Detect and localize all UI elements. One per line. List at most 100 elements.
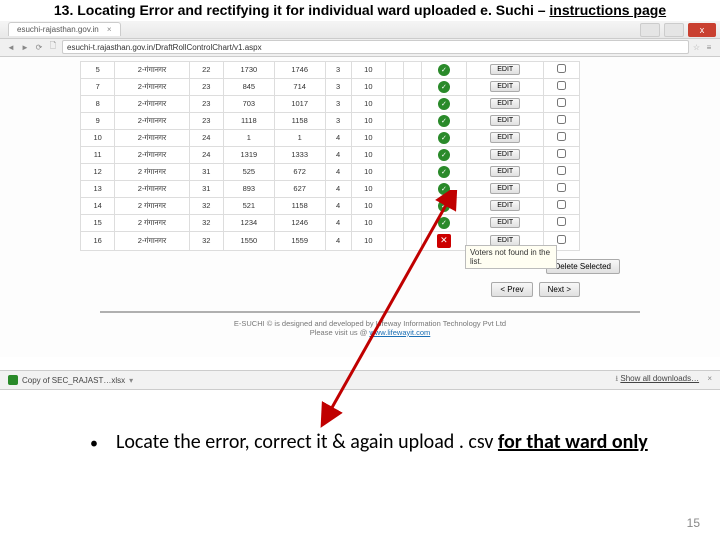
table-cell <box>403 95 421 112</box>
table-cell: 10 <box>351 61 385 78</box>
row-checkbox[interactable] <box>557 183 566 192</box>
status-cell: ✕ <box>421 231 467 250</box>
edit-button[interactable]: EDIT <box>490 132 520 143</box>
checkbox-cell <box>544 78 580 95</box>
table-cell: 11 <box>81 146 115 163</box>
table-cell <box>386 163 404 180</box>
downloaded-file[interactable]: Copy of SEC_RAJAST…xlsx ▾ <box>8 375 133 385</box>
row-checkbox[interactable] <box>557 115 566 124</box>
table-cell <box>403 163 421 180</box>
bullet-icon: • <box>90 430 98 458</box>
table-cell: 4 <box>325 197 351 214</box>
table-row: 82-गंगानगर237031017310✓EDIT <box>81 95 580 112</box>
checkbox-cell <box>544 146 580 163</box>
status-cell: ✓ <box>421 197 467 214</box>
menu-icon[interactable]: ≡ <box>704 42 714 52</box>
table-cell: 10 <box>351 146 385 163</box>
edit-button[interactable]: EDIT <box>490 64 520 75</box>
table-cell: 1 <box>274 129 325 146</box>
table-cell <box>403 78 421 95</box>
row-checkbox[interactable] <box>557 235 566 244</box>
edit-cell: EDIT <box>467 112 544 129</box>
edit-button[interactable]: EDIT <box>490 200 520 211</box>
ward-data-table: 52-गंगानगर2217301746310✓EDIT72-गंगानगर23… <box>80 61 580 251</box>
table-cell: 525 <box>223 163 274 180</box>
checkbox-cell <box>544 95 580 112</box>
edit-button[interactable]: EDIT <box>490 183 520 194</box>
table-cell: 10 <box>351 231 385 250</box>
row-checkbox[interactable] <box>557 81 566 90</box>
address-bar: ◄ ► ⟳ 🗋 esuchi-t.rajasthan.gov.in/DraftR… <box>0 39 720 57</box>
table-cell: 2-गंगानगर <box>115 112 189 129</box>
footer-credit: E-SUCHI © is designed and developed by L… <box>100 311 640 337</box>
reload-icon[interactable]: ⟳ <box>34 42 44 52</box>
edit-cell: EDIT <box>467 214 544 231</box>
page-number: 15 <box>687 516 700 530</box>
window-minimize-button[interactable] <box>640 23 660 37</box>
table-cell: 12 <box>81 163 115 180</box>
download-file-name: Copy of SEC_RAJAST…xlsx <box>22 376 125 385</box>
row-checkbox[interactable] <box>557 217 566 226</box>
chevron-down-icon[interactable]: ▾ <box>129 376 133 385</box>
table-cell <box>386 129 404 146</box>
edit-button[interactable]: EDIT <box>490 81 520 92</box>
table-cell: 714 <box>274 78 325 95</box>
edit-button[interactable]: EDIT <box>490 166 520 177</box>
row-checkbox[interactable] <box>557 200 566 209</box>
edit-cell: EDIT <box>467 163 544 180</box>
table-cell: 1158 <box>274 197 325 214</box>
table-cell: 4 <box>325 231 351 250</box>
table-cell: 2-गंगानगर <box>115 146 189 163</box>
table-row: 152 गंगानगर3212341246410✓EDIT <box>81 214 580 231</box>
table-cell: 1118 <box>223 112 274 129</box>
table-cell <box>386 112 404 129</box>
table-cell: 31 <box>189 163 223 180</box>
row-checkbox[interactable] <box>557 149 566 158</box>
prev-button[interactable]: < Prev <box>491 282 532 297</box>
row-checkbox[interactable] <box>557 98 566 107</box>
window-close-button[interactable]: x <box>688 23 716 37</box>
table-cell: 7 <box>81 78 115 95</box>
table-cell: 4 <box>325 129 351 146</box>
window-maximize-button[interactable] <box>664 23 684 37</box>
next-button[interactable]: Next > <box>539 282 580 297</box>
edit-button[interactable]: EDIT <box>490 115 520 126</box>
edit-cell: EDIT <box>467 197 544 214</box>
table-row: 122 गंगानगर31525672410✓EDIT <box>81 163 580 180</box>
status-ok-icon: ✓ <box>438 166 450 178</box>
browser-tab[interactable]: esuchi-rajasthan.gov.in × <box>8 22 121 36</box>
edit-button[interactable]: EDIT <box>490 149 520 160</box>
status-cell: ✓ <box>421 180 467 197</box>
edit-cell: EDIT <box>467 95 544 112</box>
table-cell: 1017 <box>274 95 325 112</box>
edit-cell: EDIT <box>467 180 544 197</box>
tab-close-icon[interactable]: × <box>107 25 112 34</box>
row-checkbox[interactable] <box>557 132 566 141</box>
edit-button[interactable]: EDIT <box>490 217 520 228</box>
table-cell <box>386 214 404 231</box>
edit-cell: EDIT <box>467 146 544 163</box>
table-row: 142 गंगानगर325211158410✓EDIT <box>81 197 580 214</box>
forward-icon[interactable]: ► <box>20 42 30 52</box>
table-cell <box>403 214 421 231</box>
bookmark-star-icon[interactable]: ☆ <box>693 43 700 52</box>
close-label: x <box>700 25 705 35</box>
row-checkbox[interactable] <box>557 64 566 73</box>
table-cell: 31 <box>189 180 223 197</box>
table-cell: 1550 <box>223 231 274 250</box>
page-content: 52-गंगानगर2217301746310✓EDIT72-गंगानगर23… <box>0 57 720 357</box>
row-checkbox[interactable] <box>557 166 566 175</box>
download-bar: Copy of SEC_RAJAST…xlsx ▾ ⭳ Show all dow… <box>0 370 720 390</box>
status-cell: ✓ <box>421 112 467 129</box>
checkbox-cell <box>544 180 580 197</box>
table-cell: 1158 <box>274 112 325 129</box>
edit-button[interactable]: EDIT <box>490 98 520 109</box>
status-ok-icon: ✓ <box>438 115 450 127</box>
url-input[interactable]: esuchi-t.rajasthan.gov.in/DraftRollContr… <box>62 40 689 54</box>
table-cell: 2 गंगानगर <box>115 197 189 214</box>
close-download-bar-icon[interactable]: × <box>707 374 712 383</box>
back-icon[interactable]: ◄ <box>6 42 16 52</box>
show-all-downloads-link[interactable]: ⭳ Show all downloads… × <box>615 373 712 387</box>
table-cell: 8 <box>81 95 115 112</box>
footer-link[interactable]: www.lifewayit.com <box>369 328 430 337</box>
